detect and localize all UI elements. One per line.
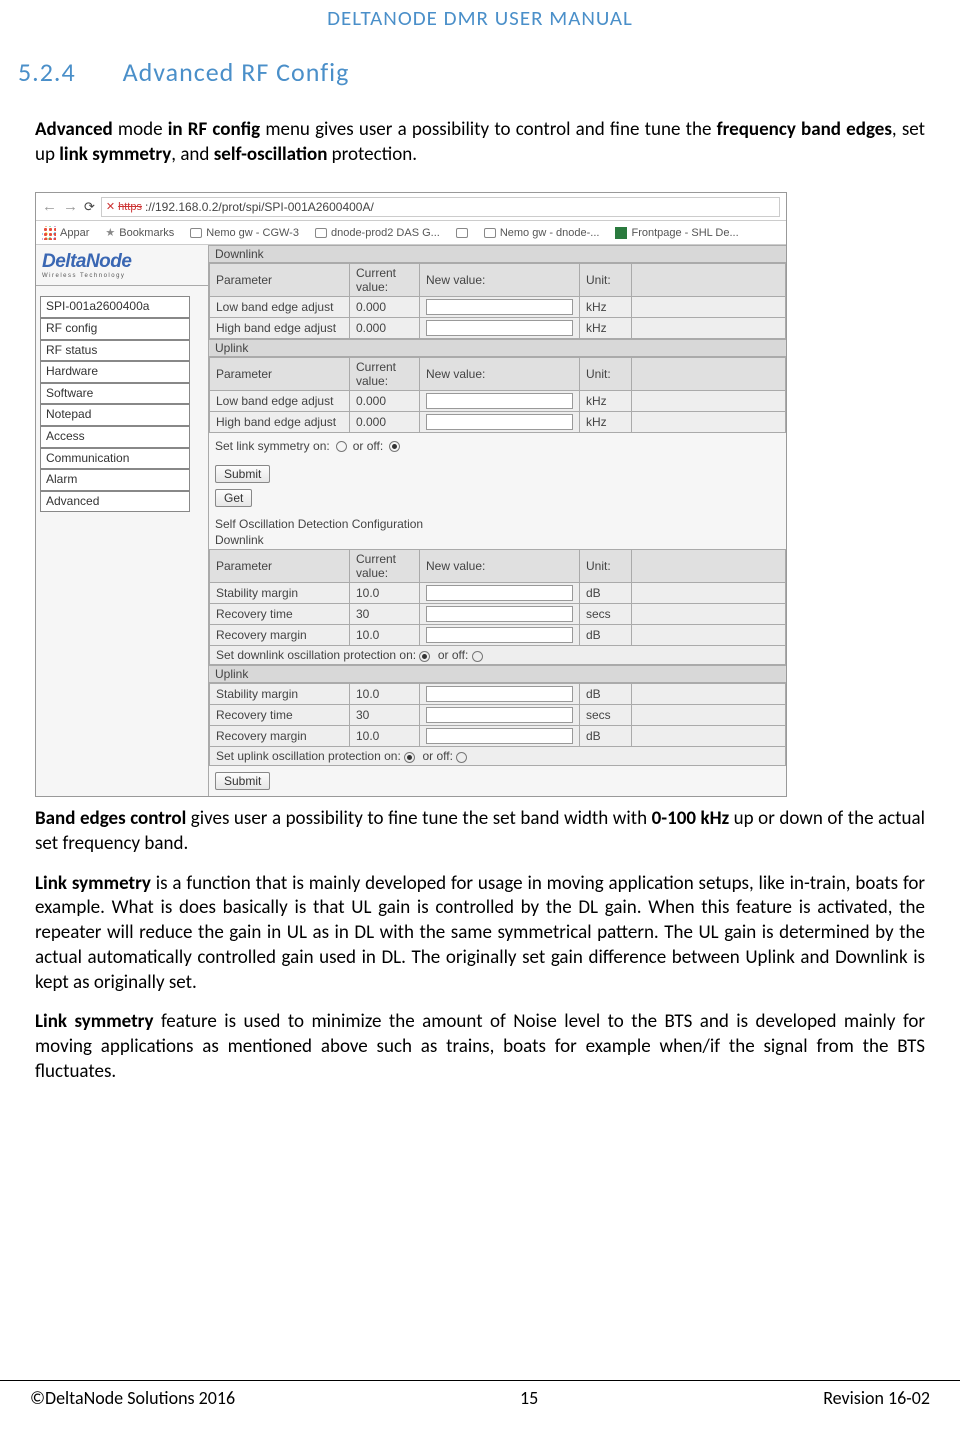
sidebar-item-hardware[interactable]: Hardware xyxy=(40,361,190,383)
ul-recmargin-input[interactable] xyxy=(426,728,573,744)
dl-rectime-input[interactable] xyxy=(426,606,573,622)
linksym-paragraph-1: Link symmetry is a function that is main… xyxy=(0,872,960,1010)
footer-copyright: ©DeltaNode Solutions 2016 xyxy=(30,1387,235,1409)
sod-heading: Self Oscillation Detection Configuration xyxy=(209,513,786,533)
sidebar-item-rfconfig[interactable]: RF config xyxy=(40,318,190,340)
section-heading: 5.2.4 Advanced RF Config xyxy=(0,41,960,118)
folder-icon xyxy=(190,228,202,238)
dl-highedge-input[interactable] xyxy=(426,320,573,336)
footer-page-number: 15 xyxy=(520,1387,538,1409)
bookmark-2[interactable]: dnode-prod2 DAS G... xyxy=(315,227,440,239)
uplink-bandedge-table: Parameter Current value: New value: Unit… xyxy=(209,357,786,433)
bookmark-4[interactable]: Frontpage - SHL De... xyxy=(615,227,738,239)
footer-revision: Revision 16-02 xyxy=(823,1387,930,1409)
dl-recmargin-input[interactable] xyxy=(426,627,573,643)
back-icon[interactable]: ← xyxy=(42,198,57,215)
section-title: Advanced RF Config xyxy=(123,56,350,88)
embedded-screenshot: ← → ⟳ ✕ https ://192.168.0.2/prot/spi/SP… xyxy=(35,192,787,797)
bookmarks-shortcut[interactable]: ★Bookmarks xyxy=(105,226,174,239)
page-icon xyxy=(456,228,468,238)
sidebar-item-spi[interactable]: SPI-001a2600400a xyxy=(40,296,190,318)
sidebar-item-software[interactable]: Software xyxy=(40,383,190,405)
sidebar-item-notepad[interactable]: Notepad xyxy=(40,404,190,426)
link-sym-off-radio[interactable] xyxy=(389,441,400,452)
dl-prot-off-radio[interactable] xyxy=(472,651,483,662)
get-button[interactable]: Get xyxy=(215,489,252,507)
site-icon xyxy=(615,227,627,239)
sidebar-item-access[interactable]: Access xyxy=(40,426,190,448)
sod-uplink-table: Stability margin10.0dB Recovery time30se… xyxy=(209,683,786,766)
sod-downlink-heading: Downlink xyxy=(209,533,786,549)
side-menu: SPI-001a2600400a RF config RF status Har… xyxy=(36,286,208,512)
folder-icon xyxy=(484,228,496,238)
ul-stability-input[interactable] xyxy=(426,686,573,702)
bookmark-1[interactable]: Nemo gw - CGW-3 xyxy=(190,227,299,239)
ul-prot-on-radio[interactable] xyxy=(404,752,415,763)
sidebar-item-alarm[interactable]: Alarm xyxy=(40,469,190,491)
url-input[interactable]: ✕ https ://192.168.0.2/prot/spi/SPI-001A… xyxy=(101,197,780,217)
apps-shortcut[interactable]: Appar xyxy=(42,226,89,240)
config-panel: Downlink Parameter Current value: New va… xyxy=(208,245,786,796)
sidebar-item-advanced[interactable]: Advanced xyxy=(40,491,190,513)
apps-grid-icon xyxy=(42,226,56,240)
dl-lowedge-input[interactable] xyxy=(426,299,573,315)
table-row: Low band edge adjust 0.000 kHz xyxy=(210,391,786,412)
downlink-bandedge-table: Parameter Current value: New value: Unit… xyxy=(209,263,786,339)
ul-lowedge-input[interactable] xyxy=(426,393,573,409)
sidebar-item-rfstatus[interactable]: RF status xyxy=(40,340,190,362)
link-symmetry-row: Set link symmetry on: or off: xyxy=(209,433,786,459)
uplink-heading: Uplink xyxy=(209,339,786,357)
linksym-paragraph-2: Link symmetry feature is used to minimiz… xyxy=(0,1010,960,1099)
bookmark-bar: Appar ★Bookmarks Nemo gw - CGW-3 dnode-p… xyxy=(36,221,786,245)
brand-logo: DeltaNode Wireless Technology xyxy=(36,245,208,286)
table-row: High band edge adjust 0.000 kHz xyxy=(210,412,786,433)
reload-icon[interactable]: ⟳ xyxy=(84,199,95,215)
url-text: ://192.168.0.2/prot/spi/SPI-001A2600400A… xyxy=(145,200,374,214)
table-row: Low band edge adjust 0.000 kHz xyxy=(210,297,786,318)
page-header: DELTANODE DMR USER MANUAL xyxy=(0,0,960,41)
forward-icon[interactable]: → xyxy=(63,198,78,215)
https-strikethrough: https xyxy=(118,201,142,213)
intro-paragraph: Advanced mode in RF config menu gives us… xyxy=(0,118,960,182)
bookmark-3[interactable]: Nemo gw - dnode-... xyxy=(484,227,600,239)
table-row: High band edge adjust 0.000 kHz xyxy=(210,318,786,339)
browser-address-bar: ← → ⟳ ✕ https ://192.168.0.2/prot/spi/SP… xyxy=(36,193,786,221)
sod-uplink-heading: Uplink xyxy=(209,665,786,683)
sidebar-item-communication[interactable]: Communication xyxy=(40,448,190,470)
dl-stability-input[interactable] xyxy=(426,585,573,601)
submit-button-2[interactable]: Submit xyxy=(215,772,270,790)
star-icon: ★ xyxy=(105,226,115,239)
bandedge-paragraph: Band edges control gives user a possibil… xyxy=(0,807,960,871)
ul-prot-off-radio[interactable] xyxy=(456,752,467,763)
page-footer: ©DeltaNode Solutions 2016 15 Revision 16… xyxy=(0,1380,960,1409)
dl-prot-on-radio[interactable] xyxy=(419,651,430,662)
ul-rectime-input[interactable] xyxy=(426,707,573,723)
link-sym-on-radio[interactable] xyxy=(336,441,347,452)
bookmark-blank[interactable] xyxy=(456,228,468,238)
sod-downlink-table: Parameter Current value: New value: Unit… xyxy=(209,549,786,665)
folder-icon xyxy=(315,228,327,238)
downlink-heading: Downlink xyxy=(209,245,786,263)
section-number: 5.2.4 xyxy=(18,56,76,88)
submit-button[interactable]: Submit xyxy=(215,465,270,483)
ul-highedge-input[interactable] xyxy=(426,414,573,430)
insecure-lock-icon: ✕ xyxy=(106,200,115,213)
